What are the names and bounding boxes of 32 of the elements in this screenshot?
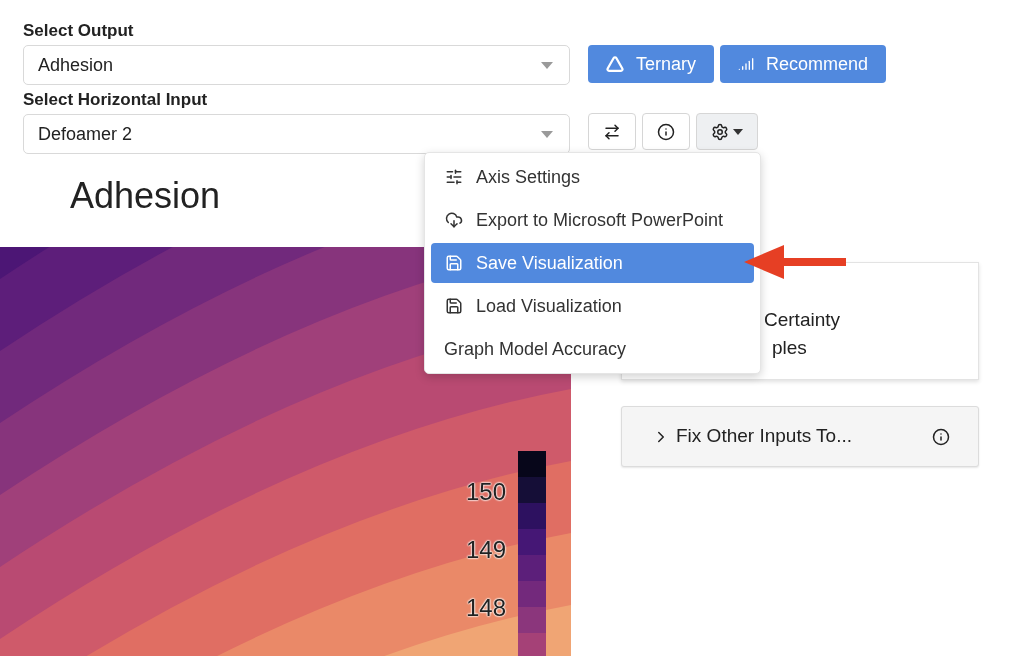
sliders-icon	[445, 168, 463, 186]
colorbar-tick-label: 148	[466, 594, 507, 622]
swap-icon	[603, 122, 621, 141]
menu-item[interactable]: Graph Model Accuracy	[431, 329, 754, 369]
dropdown-caret-icon	[541, 61, 553, 69]
dropdown-caret-icon	[541, 130, 553, 138]
menu-item[interactable]: Load Visualization	[431, 286, 754, 326]
info-icon	[657, 122, 675, 141]
option-label: Certainty	[764, 308, 842, 332]
colorbar-tick-label: 150	[466, 478, 507, 506]
cloud-download-icon	[445, 211, 463, 229]
colorbar-tick-label: 149	[466, 536, 507, 564]
menu-item[interactable]: Export to Microsoft PowerPoint	[431, 200, 754, 240]
option-label: ples	[771, 336, 808, 360]
signal-bars-icon	[738, 56, 755, 72]
caret-icon	[733, 128, 743, 135]
plot-title: Adhesion	[70, 175, 221, 216]
output-select[interactable]: Adhesion	[23, 45, 570, 85]
info-icon	[932, 427, 950, 446]
action-button[interactable]: Recommend	[720, 45, 887, 83]
field-label: Select Output	[23, 20, 135, 42]
menu-item[interactable]: Axis Settings	[431, 157, 754, 197]
accordion-header[interactable]: Fix Other Inputs To...	[621, 406, 979, 467]
field-label: Select Horizontal Input	[23, 89, 209, 111]
toolbar-button[interactable]	[642, 113, 690, 150]
action-button[interactable]: Ternary	[588, 45, 715, 83]
menu-item[interactable]: Save Visualization	[431, 243, 754, 283]
input-select[interactable]: Defoamer 2	[23, 114, 570, 154]
toolbar-button[interactable]	[588, 113, 636, 150]
triangle-icon	[606, 55, 624, 73]
toolbar-button[interactable]	[696, 113, 758, 150]
settings-icon	[711, 122, 729, 141]
